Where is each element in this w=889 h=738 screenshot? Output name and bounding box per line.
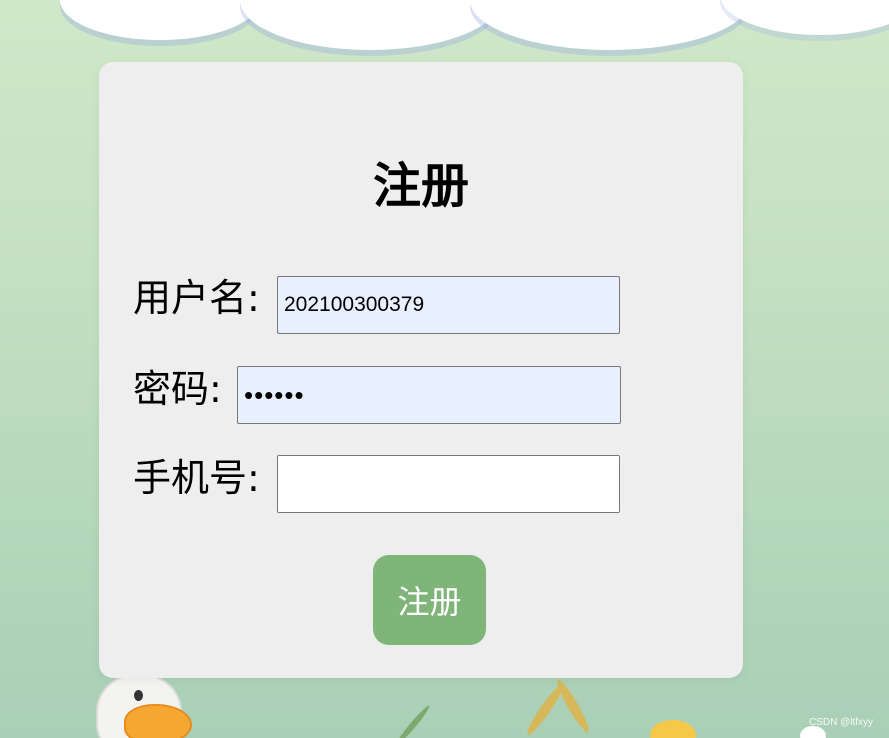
- background-cloud: [470, 0, 750, 50]
- background-cloud: [60, 0, 260, 40]
- background-cloud: [240, 0, 500, 50]
- username-input[interactable]: [277, 276, 620, 334]
- phone-input[interactable]: [277, 455, 620, 513]
- register-card: 注册 用户名: 密码: 手机号: 注册: [99, 62, 743, 678]
- watermark: CSDN @ltfxyy: [808, 717, 873, 728]
- background-cloud: [720, 0, 889, 35]
- username-label: 用户名:: [133, 276, 260, 320]
- password-input[interactable]: [237, 366, 621, 424]
- background-plant: [553, 677, 593, 735]
- phone-label: 手机号:: [133, 456, 260, 500]
- duck-eye: [134, 690, 143, 701]
- background-plant: [394, 703, 432, 738]
- register-button[interactable]: 注册: [373, 555, 486, 645]
- password-label: 密码:: [133, 367, 222, 411]
- background-flower: [650, 720, 696, 738]
- duck-illustration: [96, 674, 192, 738]
- register-title: 注册: [372, 158, 469, 214]
- duck-beak: [124, 704, 192, 738]
